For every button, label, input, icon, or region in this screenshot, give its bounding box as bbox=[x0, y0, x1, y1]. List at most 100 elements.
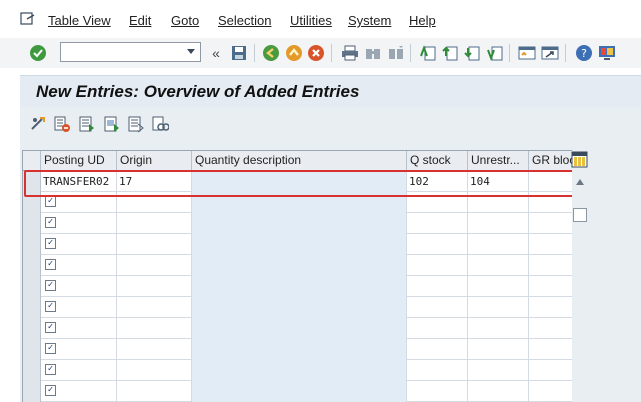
table-cell[interactable]: ✓ bbox=[41, 339, 117, 360]
table-cell[interactable] bbox=[192, 192, 407, 213]
posting-ud-cell[interactable]: TRANSFER02 bbox=[41, 171, 117, 192]
table-cell[interactable] bbox=[529, 297, 573, 318]
print-icon[interactable] bbox=[340, 43, 360, 63]
table-cell[interactable] bbox=[468, 360, 529, 381]
next-page-icon[interactable] bbox=[462, 43, 482, 63]
table-cell[interactable] bbox=[468, 381, 529, 402]
menu-utilities[interactable]: Utilities bbox=[290, 13, 332, 28]
table-cell[interactable] bbox=[192, 255, 407, 276]
table-row[interactable]: ✓ bbox=[41, 234, 573, 255]
checkbox-checked[interactable]: ✓ bbox=[45, 196, 56, 207]
column-header-quantity-description[interactable]: Quantity description bbox=[192, 151, 407, 171]
table-cell[interactable] bbox=[529, 318, 573, 339]
checkbox-checked[interactable]: ✓ bbox=[45, 343, 56, 354]
table-cell[interactable] bbox=[192, 276, 407, 297]
table-cell[interactable] bbox=[407, 276, 468, 297]
table-cell[interactable] bbox=[117, 360, 192, 381]
table-cell[interactable] bbox=[468, 255, 529, 276]
save-icon[interactable] bbox=[229, 43, 249, 63]
menu-icon[interactable] bbox=[20, 12, 36, 26]
table-cell[interactable] bbox=[407, 360, 468, 381]
find-icon[interactable] bbox=[363, 43, 383, 63]
table-cell[interactable] bbox=[117, 255, 192, 276]
scroll-up-icon[interactable] bbox=[574, 172, 586, 192]
table-cell[interactable]: ✓ bbox=[41, 360, 117, 381]
table-cell[interactable]: ✓ bbox=[41, 318, 117, 339]
table-cell[interactable]: ✓ bbox=[41, 234, 117, 255]
select-all-header[interactable] bbox=[23, 151, 41, 171]
quantity-description-cell[interactable] bbox=[192, 171, 407, 192]
table-cell[interactable] bbox=[192, 234, 407, 255]
table-row[interactable]: ✓ bbox=[41, 318, 573, 339]
table-row[interactable]: ✓ bbox=[41, 255, 573, 276]
table-cell[interactable] bbox=[407, 192, 468, 213]
checkbox-checked[interactable]: ✓ bbox=[45, 259, 56, 270]
table-cell[interactable] bbox=[468, 234, 529, 255]
table-cell[interactable] bbox=[529, 192, 573, 213]
checkbox-checked[interactable]: ✓ bbox=[45, 364, 56, 375]
table-cell[interactable] bbox=[407, 255, 468, 276]
table-cell[interactable] bbox=[529, 213, 573, 234]
table-cell[interactable] bbox=[529, 255, 573, 276]
table-cell[interactable]: ✓ bbox=[41, 276, 117, 297]
menu-selection[interactable]: Selection bbox=[218, 13, 271, 28]
table-row[interactable]: ✓ bbox=[41, 192, 573, 213]
origin-cell[interactable]: 17 bbox=[117, 171, 192, 192]
column-header-origin[interactable]: Origin bbox=[117, 151, 192, 171]
table-cell[interactable] bbox=[529, 234, 573, 255]
table-cell[interactable] bbox=[468, 297, 529, 318]
table-cell[interactable] bbox=[117, 234, 192, 255]
gr-blocked-cell[interactable] bbox=[529, 171, 573, 192]
table-cell[interactable] bbox=[192, 381, 407, 402]
checkbox-checked[interactable]: ✓ bbox=[45, 301, 56, 312]
column-header-unrestricted[interactable]: Unrestr... bbox=[468, 151, 529, 171]
table-cell[interactable] bbox=[117, 276, 192, 297]
table-cell[interactable] bbox=[468, 213, 529, 234]
table-cell[interactable] bbox=[407, 318, 468, 339]
table-cell[interactable] bbox=[192, 360, 407, 381]
table-cell[interactable]: ✓ bbox=[41, 255, 117, 276]
enter-icon[interactable] bbox=[28, 43, 48, 63]
first-page-icon[interactable] bbox=[418, 43, 438, 63]
table-row[interactable]: ✓ bbox=[41, 297, 573, 318]
table-cell[interactable] bbox=[117, 297, 192, 318]
table-cell[interactable] bbox=[407, 339, 468, 360]
chevron-down-icon[interactable] bbox=[184, 45, 198, 59]
change-display-icon[interactable] bbox=[30, 115, 48, 133]
table-row[interactable]: ✓ bbox=[41, 360, 573, 381]
table-row[interactable]: ✓ bbox=[41, 339, 573, 360]
table-cell[interactable] bbox=[117, 213, 192, 234]
customize-layout-icon[interactable] bbox=[597, 43, 617, 63]
help-icon[interactable]: ? bbox=[574, 43, 594, 63]
column-header-posting-ud[interactable]: Posting UD bbox=[41, 151, 117, 171]
menu-goto[interactable]: Goto bbox=[171, 13, 199, 28]
table-cell[interactable] bbox=[529, 276, 573, 297]
menu-table-view[interactable]: Table View bbox=[48, 13, 111, 28]
column-header-gr-blocked[interactable]: GR bloc bbox=[529, 151, 573, 171]
q-stock-cell[interactable]: 102 bbox=[407, 171, 468, 192]
table-cell[interactable] bbox=[117, 381, 192, 402]
table-cell[interactable] bbox=[468, 339, 529, 360]
table-cell[interactable]: ✓ bbox=[41, 297, 117, 318]
table-row[interactable]: ✓ bbox=[41, 381, 573, 402]
table-row[interactable]: TRANSFER02 17 102 104 bbox=[41, 171, 573, 192]
column-config-icon[interactable] bbox=[571, 151, 588, 168]
table-cell[interactable] bbox=[192, 213, 407, 234]
table-cell[interactable] bbox=[407, 297, 468, 318]
table-cell[interactable] bbox=[407, 234, 468, 255]
scroll-thumb[interactable] bbox=[573, 208, 587, 222]
last-page-icon[interactable] bbox=[485, 43, 505, 63]
column-header-q-stock[interactable]: Q stock bbox=[407, 151, 468, 171]
table-cell[interactable] bbox=[529, 360, 573, 381]
table-cell[interactable] bbox=[192, 318, 407, 339]
table-cell[interactable] bbox=[192, 339, 407, 360]
menu-help[interactable]: Help bbox=[409, 13, 436, 28]
table-cell[interactable] bbox=[468, 276, 529, 297]
exit-icon[interactable] bbox=[284, 43, 304, 63]
table-row[interactable]: ✓ bbox=[41, 213, 573, 234]
print-list-icon[interactable] bbox=[151, 115, 169, 133]
table-cell[interactable] bbox=[407, 213, 468, 234]
menu-system[interactable]: System bbox=[348, 13, 391, 28]
table-cell[interactable] bbox=[529, 381, 573, 402]
table-cell[interactable] bbox=[117, 318, 192, 339]
